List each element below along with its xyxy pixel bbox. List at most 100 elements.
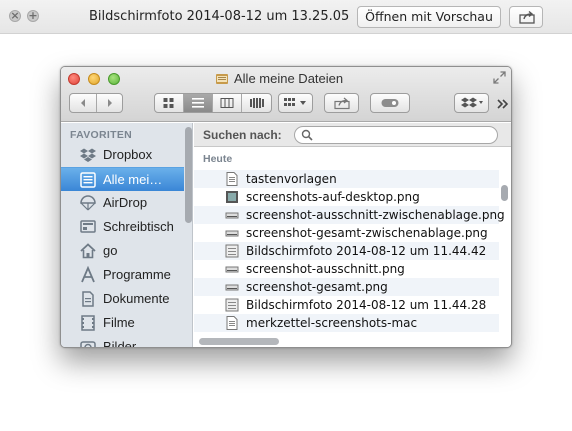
finder-window: Alle meine Dateien FAVORITEN Dropbox All… [60, 66, 512, 348]
sidebar-scrollbar[interactable] [185, 127, 192, 223]
section-header-today: Heute [203, 153, 233, 165]
chevron-left-icon [81, 99, 85, 107]
image-file-icon [225, 284, 239, 291]
movies-icon [81, 315, 95, 331]
enter-fullscreen-icon[interactable] [493, 71, 506, 84]
sidebar-item-desktop[interactable]: Schreibtisch [61, 215, 184, 239]
file-list-horizontal-scrollbar[interactable] [199, 338, 279, 345]
search-label: Suchen nach: [203, 128, 282, 142]
file-name: screenshot-gesamt-zwischenablage.png [246, 226, 488, 240]
list-item[interactable]: tastenvorlagen [194, 170, 499, 188]
image-file-icon [226, 191, 238, 203]
list-view-icon [192, 98, 204, 108]
window-close-button[interactable] [68, 73, 80, 85]
home-icon [80, 243, 96, 259]
sidebar-item-airdrop[interactable]: AirDrop [61, 191, 184, 215]
list-item[interactable]: screenshot-ausschnitt.png [194, 260, 499, 278]
sidebar-item-label: Dropbox [103, 147, 153, 162]
sidebar-item-label: Filme [103, 315, 135, 330]
sidebar-item-label: Alle mei… [103, 172, 163, 187]
sidebar-item-label: Bilder [103, 339, 137, 348]
chevron-right-icon [107, 99, 112, 107]
share-icon [333, 97, 350, 110]
sidebar-item-home[interactable]: go [61, 239, 184, 263]
sidebar-item-label: AirDrop [103, 195, 148, 210]
finder-share-button[interactable] [324, 93, 359, 113]
list-item[interactable]: screenshot-gesamt.png [194, 278, 499, 296]
airdrop-icon [80, 195, 96, 211]
icon-view-button[interactable] [155, 94, 184, 112]
window-zoom-button[interactable] [108, 73, 120, 85]
list-item[interactable]: Bildschirmfoto 2014-08-12 um 11.44.42 [194, 242, 499, 260]
share-icon [519, 10, 535, 24]
image-file-icon [225, 244, 239, 258]
dropbox-icon [80, 148, 96, 162]
list-item[interactable]: screenshots-auf-desktop.png [194, 188, 499, 206]
list-item[interactable]: screenshot-gesamt-zwischenablage.png [194, 224, 499, 242]
forward-button[interactable] [97, 94, 122, 112]
arrange-button[interactable] [278, 93, 313, 113]
applications-icon [81, 266, 95, 283]
window-title-text: Alle meine Dateien [234, 71, 344, 86]
file-list-vertical-scrollbar[interactable] [501, 185, 508, 201]
sidebar-item-label: Programme [103, 267, 171, 282]
tag-icon [381, 99, 399, 107]
pictures-icon [80, 341, 96, 347]
sidebar-item-all-files[interactable]: Alle mei… [61, 167, 184, 191]
all-files-icon [216, 74, 228, 84]
file-name: merkzettel-screenshots-mac [246, 316, 418, 330]
edit-tags-button[interactable] [370, 93, 410, 113]
search-bar: Suchen nach: [194, 123, 511, 147]
list-item[interactable]: screenshot-ausschnitt-zwischenablage.png [194, 206, 505, 224]
file-name: screenshot-ausschnitt.png [246, 262, 405, 276]
close-icon[interactable]: × [9, 10, 21, 22]
sidebar-item-applications[interactable]: Programme [61, 263, 184, 287]
sidebar-item-label: Dokumente [103, 291, 170, 306]
view-mode-control [154, 93, 272, 113]
window-title: Alle meine Dateien [215, 71, 343, 86]
icon-view-icon [163, 98, 174, 108]
quicklook-title: Bildschirmfoto 2014-08-12 um 13.25.05 [89, 9, 350, 24]
column-view-icon [220, 98, 234, 108]
list-view-button[interactable] [184, 94, 213, 112]
open-with-preview-button[interactable]: Öffnen mit Vorschau [357, 6, 501, 28]
sidebar-item-label: Schreibtisch [103, 219, 174, 234]
quicklook-toolbar: × + Bildschirmfoto 2014-08-12 um 13.25.0… [0, 0, 572, 34]
dropbox-icon [460, 97, 483, 108]
fullscreen-icon[interactable]: + [27, 10, 39, 22]
sidebar-heading: FAVORITEN [70, 129, 133, 141]
sidebar-item-pictures[interactable]: Bilder [61, 335, 184, 348]
list-item[interactable]: merkzettel-screenshots-mac [194, 314, 499, 332]
column-view-button[interactable] [213, 94, 242, 112]
search-icon [301, 129, 313, 141]
desktop-icon [80, 220, 96, 233]
image-file-icon [225, 266, 239, 273]
sidebar-item-label: go [103, 243, 118, 258]
documents-icon [82, 291, 94, 307]
finder-titlebar: Alle meine Dateien [61, 67, 511, 122]
text-document-icon [226, 172, 238, 186]
back-forward-control [69, 93, 123, 113]
image-file-icon [225, 298, 239, 312]
sidebar: FAVORITEN Dropbox Alle mei… AirDrop Schr… [61, 123, 193, 348]
file-name: tastenvorlagen [246, 172, 337, 186]
share-button[interactable] [509, 6, 543, 28]
image-file-icon [225, 212, 239, 219]
coverflow-view-icon [249, 98, 264, 108]
sidebar-item-dropbox[interactable]: Dropbox [61, 143, 184, 167]
file-browser: Suchen nach: Heute tastenvorlagen screen… [194, 123, 511, 347]
sidebar-item-movies[interactable]: Filme [61, 311, 184, 335]
file-name: Bildschirmfoto 2014-08-12 um 11.44.28 [246, 298, 487, 312]
search-input[interactable] [294, 126, 498, 144]
all-files-icon [80, 172, 96, 188]
sidebar-item-documents[interactable]: Dokumente [61, 287, 184, 311]
text-document-icon [226, 316, 238, 330]
coverflow-view-button[interactable] [242, 94, 271, 112]
dropbox-menu-button[interactable] [454, 93, 489, 113]
image-file-icon [225, 230, 239, 237]
list-item[interactable]: Bildschirmfoto 2014-08-12 um 11.44.28 [194, 296, 499, 314]
file-name: screenshot-gesamt.png [246, 280, 388, 294]
toolbar-overflow-icon[interactable] [497, 99, 509, 109]
window-minimize-button[interactable] [88, 73, 100, 85]
back-button[interactable] [70, 94, 97, 112]
